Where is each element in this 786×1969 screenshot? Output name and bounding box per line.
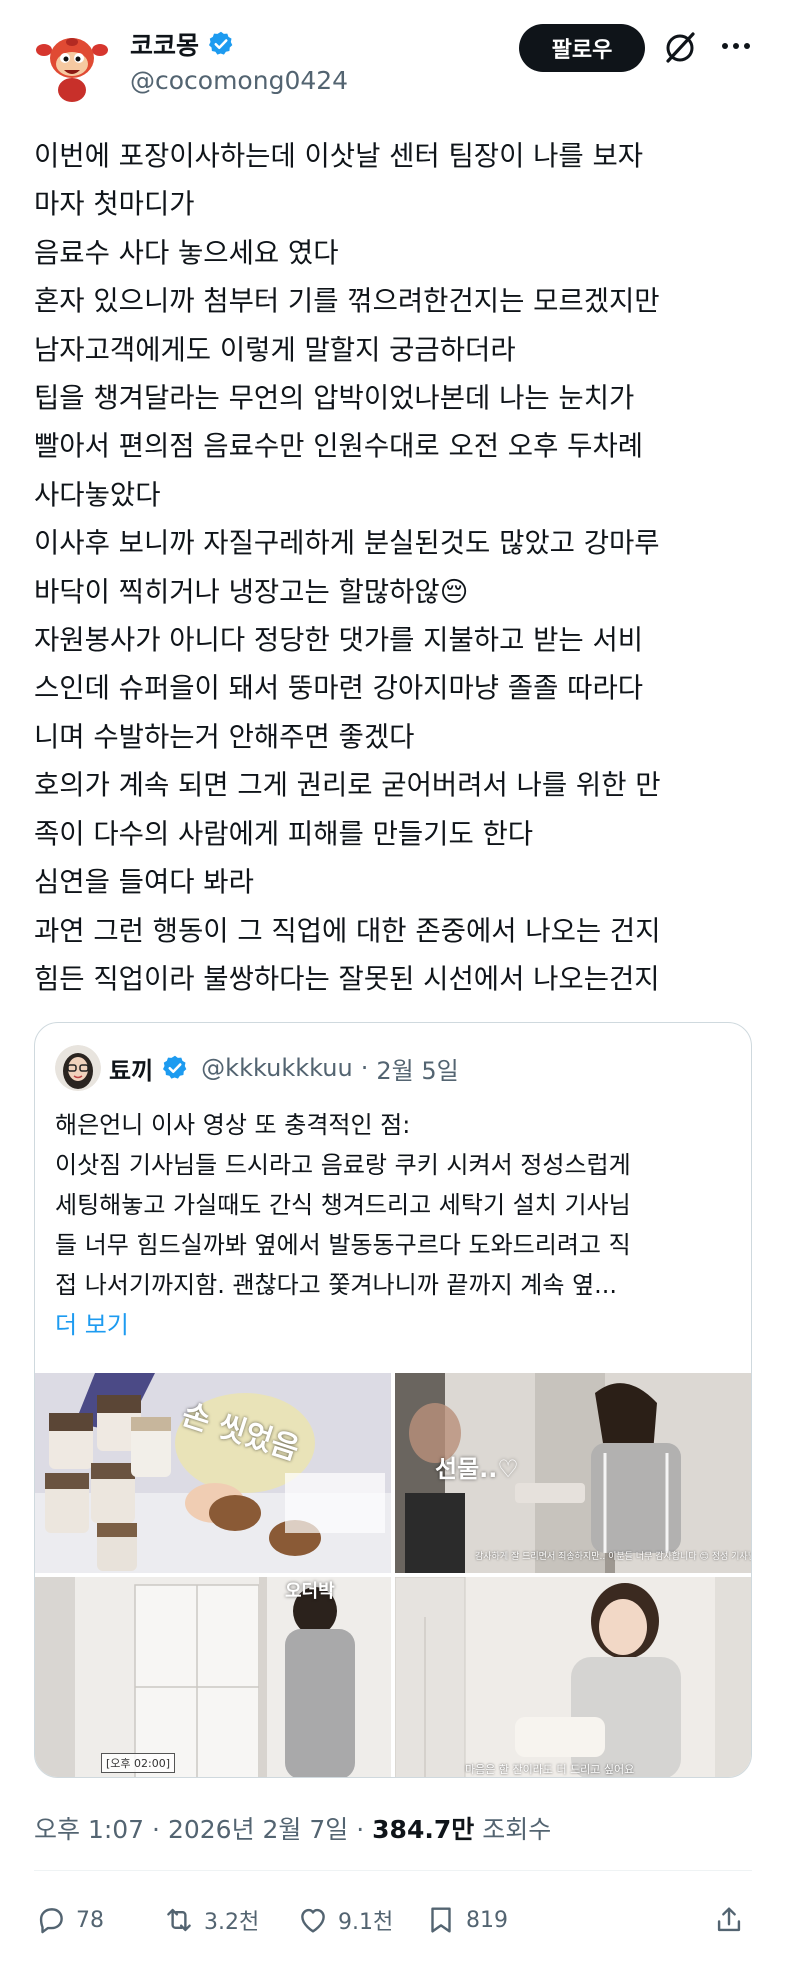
bookmark-button[interactable]: 819 [424,1890,508,1950]
author-handle[interactable]: @cocomong0424 [130,66,348,95]
quoted-tweet-header: 툐끼 @kkkukkkuu · 2월 5일 [55,1045,459,1091]
author-display-name[interactable]: 코코몽 [130,26,199,62]
more-icon[interactable] [716,26,756,66]
tweet-meta: 오후 1:07 · 2026년 2월 7일 · 384.7만 조회수 [34,1810,551,1846]
reply-icon [39,1908,63,1934]
media-image[interactable]: 손 씻었음 [35,1373,391,1573]
quoted-author-handle: @kkkukkkuu [201,1054,353,1082]
views-label: 조회수 [482,1815,552,1844]
quoted-line: 들 너무 힘드실까봐 옆에서 발동동구르다 도와드리려고 직 [55,1231,631,1259]
grok-icon[interactable] [660,28,700,68]
tweet-line: 호의가 계속 되면 그게 권리로 굳어버려서 나를 위한 만 [34,769,661,802]
quoted-author-name: 툐끼 [109,1056,154,1085]
separator-dot: · [360,1054,369,1082]
tweet-line: 힘든 직업이라 불쌍하다는 잘못된 시선에서 나오는건지 [34,962,660,995]
tweet-header: 코코몽 @cocomong0424 팔로우 [0,0,786,110]
quoted-line: 이삿짐 기사님들 드시라고 음료랑 쿠키 시켜서 정성스럽게 [55,1151,631,1179]
tweet-line: 니며 수발하는거 안해주면 좋겠다 [34,720,415,753]
quoted-line: 접 나서기까지함. 괜찮다고 쫓겨나니까 끝까지 계속 옆... [55,1271,618,1299]
verified-badge-icon [163,1055,187,1079]
tweet-line: 족이 다수의 사람에게 피해를 만들기도 한다 [34,817,534,850]
author-avatar[interactable] [34,28,110,104]
tweet-line: 마자 첫마디가 [34,188,195,221]
media-image[interactable]: 오더박 [오후 02:00] [35,1577,391,1777]
tweet-line: 자원봉사가 아니다 정당한 댓가를 지불하고 받는 서비 [34,624,644,657]
action-bar: 78 3.2천 9.1천 819 [0,1890,786,1950]
like-button[interactable]: 9.1천 [296,1890,393,1950]
bookmark-icon [431,1907,451,1933]
repost-count: 3.2천 [204,1910,260,1935]
reply-count: 78 [76,1907,104,1933]
tweet-line: 과연 그런 행동이 그 직업에 대한 존중에서 나오는 건지 [34,914,661,947]
time-badge: [오후 02:00] [101,1753,176,1773]
reply-button[interactable]: 78 [34,1890,104,1950]
fridge-install-image [35,1577,391,1777]
separator-dot: · [152,1815,160,1844]
share-icon [717,1907,741,1932]
show-more-link[interactable]: 더 보기 [55,1305,129,1340]
verified-badge-icon [208,31,233,55]
repost-button[interactable]: 3.2천 [162,1890,259,1950]
tweet-line: 이번에 포장이사하는데 이삿날 센터 팀장이 나를 보자 [34,140,644,172]
tweet-line: 심연을 들여다 봐라 [34,866,254,899]
quoted-line: 해은언니 이사 영상 또 충격적인 점: [55,1111,411,1139]
media-caption: 선물..♡ [435,1455,519,1483]
tweet-line: 음료수 사다 놓으세요 였다 [34,236,339,269]
views-count[interactable]: 384.7만 [372,1815,474,1844]
divider [34,1870,752,1871]
media-subtitle: 마음은 한 잔이라도 더 드리고 싶어요 [465,1763,635,1776]
quoted-tweet-card[interactable]: 툐끼 @kkkukkkuu · 2월 5일 해은언니 이사 영상 또 충격적인 … [34,1022,752,1778]
repost-icon [167,1908,191,1932]
media-image[interactable]: 마음은 한 잔이라도 더 드리고 싶어요 [395,1577,751,1777]
tweet-line: 혼자 있으니까 첨부터 기를 꺾으려한건지는 모르겠지만 [34,285,660,318]
media-image[interactable]: 선물..♡ 감사하게 잘 드리면서 죄송하지만.. 이분들 너무 감사합니다 😊… [395,1373,751,1573]
media-caption: 오더박 [285,1581,335,1602]
tweet-line: 남자고객에게도 이렇게 말할지 궁금하더라 [34,333,516,366]
tweet-text: 이번에 포장이사하는데 이삿날 센터 팀장이 나를 보자 마자 첫마디가 음료수… [34,132,764,1003]
like-count: 9.1천 [338,1910,394,1935]
woman-kitchen-image [395,1577,751,1777]
tweet-line: 사다놓았다 [34,478,161,511]
bookmark-count: 819 [466,1907,508,1933]
tweet-line: 스인데 슈퍼을이 돼서 뚱마련 강아지마냥 졸졸 따라다 [34,672,644,705]
tweet-line: 이사후 보니까 자질구레하게 분실된것도 많았고 강마루 [34,527,660,560]
post-time[interactable]: 오후 1:07 [34,1815,144,1844]
quoted-author-avatar[interactable] [55,1045,101,1091]
quoted-line: 세팅해놓고 가실때도 간식 챙겨드리고 세탁기 설치 기사님 [55,1191,631,1219]
follow-button[interactable]: 팔로우 [519,24,645,72]
media-subtitle: 감사하게 잘 드리면서 죄송하지만.. 이분들 너무 감사합니다 😊 정성 기사… [475,1552,751,1562]
post-date[interactable]: 2026년 2월 7일 [168,1815,348,1844]
share-button[interactable] [712,1890,746,1950]
quoted-date: 2월 5일 [376,1056,459,1085]
media-grid: 손 씻었음 선물..♡ 감사하게 잘 드리면서 죄송하지만.. 이분들 너무 감… [35,1373,751,1777]
separator-dot: · [356,1815,365,1844]
tweet-line: 바닥이 찍히거나 냉장고는 할많하않😔 [34,575,469,608]
tweet-line: 팁을 챙겨달라는 무언의 압박이었나본데 나는 눈치가 [34,382,635,415]
quoted-tweet-text: 해은언니 이사 영상 또 충격적인 점: 이삿짐 기사님들 드시라고 음료랑 쿠… [55,1105,735,1305]
author-name-row[interactable]: 코코몽 [130,26,235,62]
heart-icon [301,1908,325,1933]
tweet-line: 빨아서 편의점 음료수만 인원수대로 오전 오후 두차례 [34,430,644,463]
